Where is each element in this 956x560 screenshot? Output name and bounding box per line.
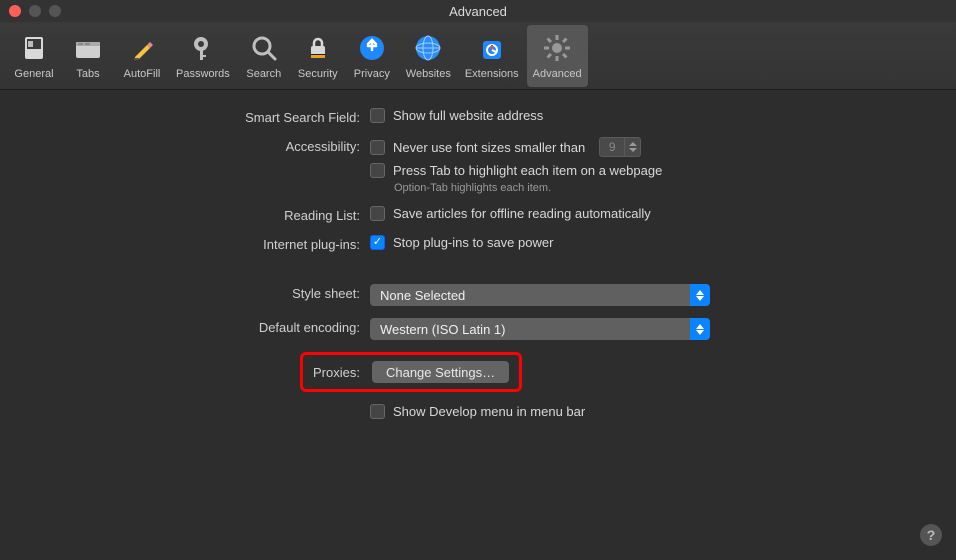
zoom-window-button[interactable] xyxy=(49,5,61,17)
general-icon xyxy=(18,32,50,64)
toolbar-label-tabs: Tabs xyxy=(76,68,99,80)
press-tab-help: Option-Tab highlights each item. xyxy=(370,182,662,194)
passwords-icon xyxy=(187,32,219,64)
font-size-value[interactable]: 9 xyxy=(599,137,625,157)
internet-plugins-label: Internet plug-ins: xyxy=(30,235,370,252)
websites-icon xyxy=(412,32,444,64)
toolbar-item-advanced[interactable]: Advanced xyxy=(527,25,588,87)
proxies-highlight: Proxies: Change Settings… xyxy=(300,352,522,392)
help-icon: ? xyxy=(927,527,936,543)
window-title: Advanced xyxy=(0,4,956,19)
window-titlebar: Advanced xyxy=(0,0,956,22)
toolbar-label-autofill: AutoFill xyxy=(124,68,161,80)
toolbar-label-general: General xyxy=(14,68,53,80)
toolbar-item-passwords[interactable]: Passwords xyxy=(170,25,236,87)
default-encoding-value: Western (ISO Latin 1) xyxy=(380,322,505,337)
toolbar-item-security[interactable]: Security xyxy=(292,25,344,87)
select-arrows-icon xyxy=(690,318,710,340)
toolbar-item-general[interactable]: General xyxy=(8,25,60,87)
default-encoding-select[interactable]: Western (ISO Latin 1) xyxy=(370,318,710,340)
toolbar-label-advanced: Advanced xyxy=(533,68,582,80)
toolbar-label-passwords: Passwords xyxy=(176,68,230,80)
reading-list-checkbox[interactable] xyxy=(370,206,385,221)
stop-plugins-checkbox[interactable] xyxy=(370,235,385,250)
show-develop-label: Show Develop menu in menu bar xyxy=(393,404,585,419)
proxies-label: Proxies: xyxy=(313,365,372,380)
default-encoding-label: Default encoding: xyxy=(30,318,370,335)
toolbar-item-search[interactable]: Search xyxy=(238,25,290,87)
press-tab-checkbox[interactable] xyxy=(370,163,385,178)
close-window-button[interactable] xyxy=(9,5,21,17)
style-sheet-select[interactable]: None Selected xyxy=(370,284,710,306)
privacy-icon xyxy=(356,32,388,64)
autofill-icon xyxy=(126,32,158,64)
toolbar-label-privacy: Privacy xyxy=(354,68,390,80)
tabs-icon xyxy=(72,32,104,64)
smart-search-label: Smart Search Field: xyxy=(30,108,370,125)
toolbar-item-tabs[interactable]: Tabs xyxy=(62,25,114,87)
preferences-toolbar: General Tabs AutoFill Passwords Search S… xyxy=(0,22,956,90)
advanced-icon xyxy=(541,32,573,64)
stop-plugins-label: Stop plug-ins to save power xyxy=(393,235,553,250)
toolbar-label-security: Security xyxy=(298,68,338,80)
security-icon xyxy=(302,32,334,64)
toolbar-item-privacy[interactable]: Privacy xyxy=(346,25,398,87)
show-full-url-label: Show full website address xyxy=(393,108,543,123)
never-font-smaller-checkbox[interactable] xyxy=(370,140,385,155)
style-sheet-label: Style sheet: xyxy=(30,284,370,301)
show-full-url-checkbox[interactable] xyxy=(370,108,385,123)
reading-list-label: Reading List: xyxy=(30,206,370,223)
toolbar-item-extensions[interactable]: Extensions xyxy=(459,25,525,87)
toolbar-item-websites[interactable]: Websites xyxy=(400,25,457,87)
never-font-smaller-label: Never use font sizes smaller than xyxy=(393,140,585,155)
style-sheet-value: None Selected xyxy=(380,288,465,303)
advanced-form: Smart Search Field: Show full website ad… xyxy=(0,90,956,449)
help-button[interactable]: ? xyxy=(920,524,942,546)
change-settings-label: Change Settings… xyxy=(386,365,495,380)
search-icon xyxy=(248,32,280,64)
press-tab-label: Press Tab to highlight each item on a we… xyxy=(393,163,662,178)
toolbar-label-search: Search xyxy=(246,68,281,80)
accessibility-label: Accessibility: xyxy=(30,137,370,154)
select-arrows-icon xyxy=(690,284,710,306)
extensions-icon xyxy=(476,32,508,64)
minimize-window-button[interactable] xyxy=(29,5,41,17)
toolbar-item-autofill[interactable]: AutoFill xyxy=(116,25,168,87)
toolbar-label-websites: Websites xyxy=(406,68,451,80)
toolbar-label-extensions: Extensions xyxy=(465,68,519,80)
font-size-stepper[interactable] xyxy=(625,137,641,157)
reading-list-option-label: Save articles for offline reading automa… xyxy=(393,206,651,221)
show-develop-checkbox[interactable] xyxy=(370,404,385,419)
change-settings-button[interactable]: Change Settings… xyxy=(372,361,509,383)
